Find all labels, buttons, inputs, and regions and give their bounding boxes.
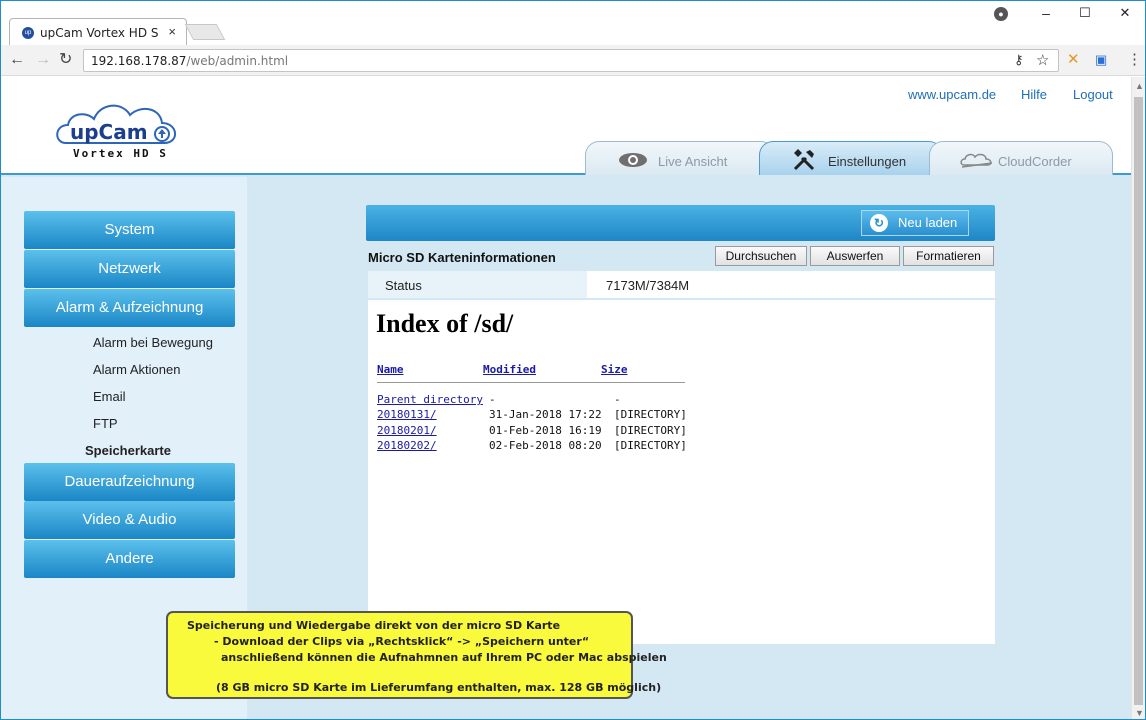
page-header: upCam Vortex HD S www.upcam.de Hilfe Log… bbox=[1, 77, 1131, 175]
back-icon[interactable]: ← bbox=[9, 51, 25, 69]
minimize-button[interactable]: – bbox=[1036, 5, 1056, 21]
list-item-name[interactable]: Parent directory bbox=[377, 393, 483, 406]
tab-close-icon[interactable]: × bbox=[168, 24, 176, 39]
sd-card-title: Micro SD Karteninformationen bbox=[368, 250, 556, 265]
menu-icon[interactable]: ⋮ bbox=[1127, 51, 1142, 69]
list-item-name[interactable]: 20180201/ bbox=[377, 424, 437, 437]
logo-text: upCam bbox=[70, 120, 148, 144]
sidebar-item-system[interactable]: System bbox=[24, 211, 235, 249]
sidebar-item-video-audio[interactable]: Video & Audio bbox=[24, 501, 235, 539]
website-link[interactable]: www.upcam.de bbox=[908, 87, 996, 102]
status-label: Status bbox=[368, 271, 587, 298]
list-item-size: [DIRECTORY] bbox=[614, 424, 687, 437]
cloudcorder-icon bbox=[960, 153, 993, 168]
scroll-down-icon[interactable]: ▼ bbox=[1135, 708, 1144, 718]
refresh-icon: ↻ bbox=[870, 214, 888, 232]
vertical-scrollbar[interactable]: ▲ ▼ bbox=[1131, 77, 1145, 719]
sidebar-sub-email[interactable]: Email bbox=[93, 389, 126, 404]
tools-icon bbox=[793, 149, 815, 171]
scroll-up-icon[interactable]: ▲ bbox=[1135, 81, 1144, 91]
browse-button[interactable]: Durchsuchen bbox=[715, 246, 807, 266]
sidebar-item-alarm[interactable]: Alarm & Aufzeichnung bbox=[24, 289, 235, 327]
column-size-link[interactable]: Size bbox=[601, 363, 628, 376]
format-button[interactable]: Formatieren bbox=[903, 246, 994, 266]
note-line: (8 GB micro SD Karte im Lieferumfang ent… bbox=[216, 681, 662, 694]
forward-icon[interactable]: → bbox=[35, 51, 51, 69]
list-item-modified: - bbox=[489, 393, 496, 406]
tab-live-view[interactable]: Live Ansicht bbox=[585, 141, 775, 175]
help-link[interactable]: Hilfe bbox=[1021, 87, 1047, 102]
reload-button[interactable]: ↻ Neu laden bbox=[861, 210, 969, 236]
tab-title: upCam Vortex HD S bbox=[40, 26, 159, 40]
list-item-name[interactable]: 20180202/ bbox=[377, 439, 437, 452]
scroll-thumb[interactable] bbox=[1134, 97, 1143, 705]
list-item-size: [DIRECTORY] bbox=[614, 439, 687, 452]
sidebar-item-other[interactable]: Andere bbox=[24, 540, 235, 578]
note-line: anschließend können die Aufnahmnen auf I… bbox=[221, 651, 667, 664]
extension-x-icon[interactable]: ✕ bbox=[1067, 51, 1080, 69]
sidebar-sub-motion-alarm[interactable]: Alarm bei Bewegung bbox=[93, 335, 213, 350]
tab-settings[interactable]: Einstellungen bbox=[759, 141, 943, 175]
reload-icon[interactable]: ↻ bbox=[59, 51, 72, 69]
column-name-link[interactable]: Name bbox=[377, 363, 404, 376]
page-viewport: upCam Vortex HD S www.upcam.de Hilfe Log… bbox=[1, 77, 1131, 719]
sidebar-sub-alarm-actions[interactable]: Alarm Aktionen bbox=[93, 362, 180, 377]
status-value: 7173M/7384M bbox=[606, 278, 690, 293]
key-icon[interactable]: ⚷ bbox=[1014, 52, 1024, 68]
sidebar-item-continuous-recording[interactable]: Daueraufzeichnung bbox=[24, 463, 235, 501]
tab-cloudcorder[interactable]: CloudCorder bbox=[929, 141, 1113, 175]
note-line: Speicherung und Wiedergabe direkt von de… bbox=[187, 619, 561, 632]
annotation-note: Speicherung und Wiedergabe direkt von de… bbox=[166, 611, 667, 699]
content-header-bar: ↻ Neu laden bbox=[366, 205, 995, 241]
tab-settings-label: Einstellungen bbox=[828, 154, 907, 169]
browser-toolbar: ← → ↻ 192.168.178.87/web/admin.html ⚷ ☆ … bbox=[1, 45, 1145, 76]
list-item-name[interactable]: 20180131/ bbox=[377, 408, 437, 421]
directory-listing: Index of /sd/ Name Modified Size Parent … bbox=[368, 300, 995, 644]
list-item-modified: 31-Jan-2018 17:22 bbox=[489, 408, 602, 421]
note-line: - Download der Clips via „Rechtsklick“ -… bbox=[214, 635, 590, 648]
favicon-icon: up bbox=[22, 27, 34, 39]
extension-cast-icon[interactable]: ▣ bbox=[1095, 51, 1107, 69]
eject-button[interactable]: Auswerfen bbox=[810, 246, 900, 266]
eye-icon bbox=[619, 153, 647, 167]
list-item-size: [DIRECTORY] bbox=[614, 408, 687, 421]
header-divider bbox=[377, 382, 685, 383]
reload-button-label: Neu laden bbox=[898, 215, 958, 230]
list-item-modified: 01-Feb-2018 16:19 bbox=[489, 424, 602, 437]
logo-subtitle: Vortex HD S bbox=[73, 147, 168, 160]
close-window-button[interactable]: ✕ bbox=[1115, 5, 1135, 21]
address-bar[interactable]: 192.168.178.87/web/admin.html ⚷ ☆ bbox=[83, 49, 1059, 72]
list-item-size: - bbox=[614, 393, 621, 406]
index-title: Index of /sd/ bbox=[376, 309, 514, 338]
sidebar-sub-ftp[interactable]: FTP bbox=[93, 416, 118, 431]
sidebar-item-network[interactable]: Netzwerk bbox=[24, 250, 235, 288]
title-bar: up upCam Vortex HD S × ● – ☐ ✕ bbox=[1, 1, 1145, 45]
tab-live-view-label: Live Ansicht bbox=[658, 154, 728, 169]
list-item-modified: 02-Feb-2018 08:20 bbox=[489, 439, 602, 452]
url-text: 192.168.178.87/web/admin.html bbox=[91, 54, 289, 68]
star-icon[interactable]: ☆ bbox=[1036, 51, 1049, 69]
column-modified-link[interactable]: Modified bbox=[483, 363, 536, 376]
new-tab-button[interactable] bbox=[184, 24, 226, 40]
sidebar-sub-memory-card[interactable]: Speicherkarte bbox=[85, 443, 171, 458]
logout-link[interactable]: Logout bbox=[1073, 87, 1113, 102]
browser-window: up upCam Vortex HD S × ● – ☐ ✕ ← → ↻ 192… bbox=[0, 0, 1146, 720]
browser-tab[interactable]: up upCam Vortex HD S × bbox=[9, 18, 187, 45]
tab-cloudcorder-label: CloudCorder bbox=[998, 154, 1072, 169]
maximize-button[interactable]: ☐ bbox=[1075, 5, 1095, 21]
user-icon[interactable]: ● bbox=[994, 7, 1008, 21]
status-row: Status 7173M/7384M bbox=[368, 271, 995, 298]
